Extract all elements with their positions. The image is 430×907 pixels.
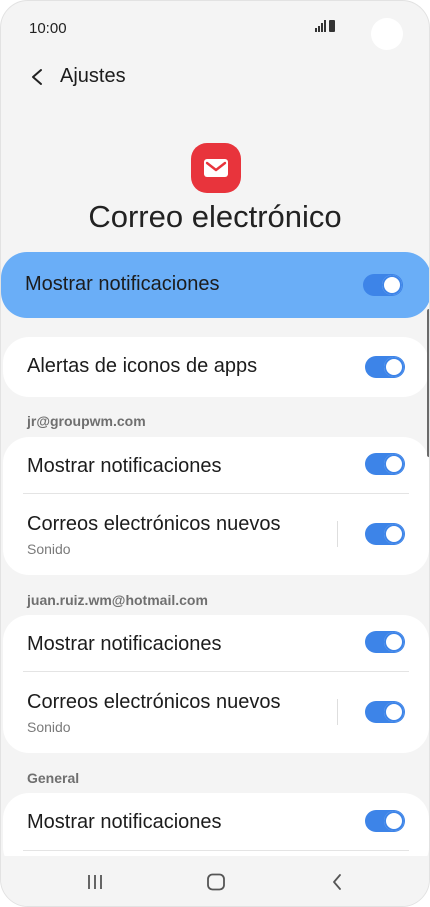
top-bar: Ajustes xyxy=(1,55,429,99)
account-1-new-mail-toggle[interactable] xyxy=(365,523,405,545)
status-icons xyxy=(315,20,335,32)
account-2-show-notifications-row[interactable]: Mostrar notificaciones xyxy=(3,615,429,671)
back-icon xyxy=(333,874,341,890)
signal-icon xyxy=(315,20,326,32)
home-icon xyxy=(207,873,225,891)
account-2-email: juan.ruiz.wm@hotmail.com xyxy=(27,592,208,608)
divider xyxy=(23,850,409,851)
phone-screen: 10:00 Ajustes Correo electrónico Mostrar… xyxy=(0,0,430,907)
general-show-notifications-toggle[interactable] xyxy=(365,810,405,832)
status-time: 10:00 xyxy=(29,20,67,37)
battery-icon xyxy=(329,20,335,32)
account-1-show-notifications-row[interactable]: Mostrar notificaciones xyxy=(3,437,429,493)
account-2-show-notifications-label: Mostrar notificaciones xyxy=(27,633,222,655)
account-1-card: Mostrar notificaciones Correos electróni… xyxy=(3,437,429,575)
email-app-icon xyxy=(191,143,241,193)
app-icon-badges-card: Alertas de iconos de apps xyxy=(3,337,429,397)
main-notifications-toggle[interactable] xyxy=(363,274,403,296)
account-1-new-mail-label: Correos electrónicos nuevos xyxy=(27,513,281,535)
vertical-divider xyxy=(337,521,338,547)
general-section-label: General xyxy=(27,770,80,786)
account-1-email: jr@groupwm.com xyxy=(27,413,146,429)
envelope-icon xyxy=(204,159,228,177)
front-camera xyxy=(371,18,403,50)
main-notifications-row[interactable]: Mostrar notificaciones xyxy=(1,252,429,318)
general-show-notifications-row[interactable]: Mostrar notificaciones xyxy=(3,793,429,849)
account-1-show-notifications-toggle[interactable] xyxy=(365,453,405,475)
account-2-new-mail-toggle[interactable] xyxy=(365,701,405,723)
chevron-left-icon xyxy=(32,69,42,85)
app-icon-badges-toggle[interactable] xyxy=(365,356,405,378)
nav-back-button[interactable] xyxy=(317,868,357,896)
home-button[interactable] xyxy=(196,868,236,896)
account-1-new-mail-sub: Sonido xyxy=(27,541,71,557)
account-1-show-notifications-label: Mostrar notificaciones xyxy=(27,455,222,477)
app-icon-badges-row[interactable]: Alertas de iconos de apps xyxy=(3,337,429,397)
recents-icon xyxy=(88,875,102,889)
account-2-show-notifications-toggle[interactable] xyxy=(365,631,405,653)
app-icon-badges-label: Alertas de iconos de apps xyxy=(27,355,258,377)
back-label[interactable]: Ajustes xyxy=(60,65,126,88)
back-button[interactable] xyxy=(23,63,51,91)
page-title: Correo electrónico xyxy=(88,199,342,234)
account-2-new-mail-label: Correos electrónicos nuevos xyxy=(27,691,281,713)
navigation-bar xyxy=(1,856,429,906)
main-notifications-label: Mostrar notificaciones xyxy=(25,273,220,295)
general-show-notifications-label: Mostrar notificaciones xyxy=(27,811,222,833)
account-1-new-mail-row[interactable]: Correos electrónicos nuevos Sonido xyxy=(3,494,429,575)
status-bar: 10:00 xyxy=(1,1,429,57)
recents-button[interactable] xyxy=(75,868,115,896)
account-2-card: Mostrar notificaciones Correos electróni… xyxy=(3,615,429,753)
vertical-divider xyxy=(337,699,338,725)
account-2-new-mail-row[interactable]: Correos electrónicos nuevos Sonido xyxy=(3,672,429,753)
account-2-new-mail-sub: Sonido xyxy=(27,719,71,735)
